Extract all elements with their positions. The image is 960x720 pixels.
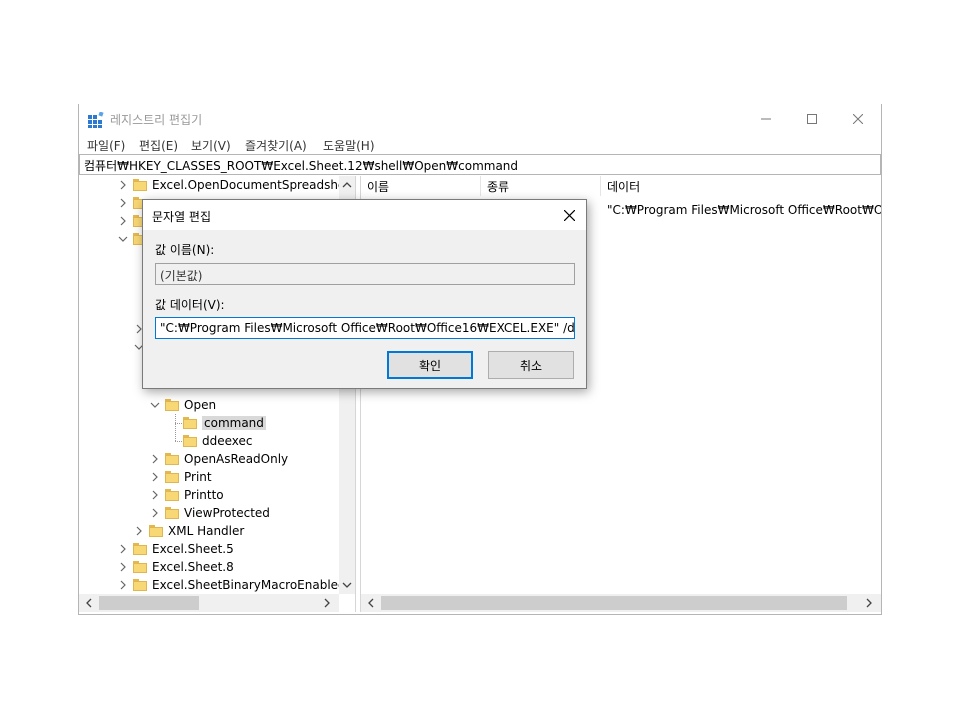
folder-icon: [165, 489, 179, 501]
tree-item-label: XML Handler: [168, 524, 245, 538]
tree-item[interactable]: XML Handler: [133, 522, 244, 540]
minimize-button[interactable]: [743, 104, 789, 134]
tree-item[interactable]: Print: [149, 468, 212, 486]
folder-icon: [133, 561, 147, 573]
value-data-label: 값 데이터(V):: [155, 298, 225, 312]
value-data-text: "C:₩Program Files₩Microsoft Office₩Root₩…: [160, 321, 575, 335]
tree-item[interactable]: ViewProtected: [149, 504, 270, 522]
tree-item-label: ViewProtected: [184, 506, 270, 520]
menu-bar: 파일(F) 편집(E) 보기(V) 즐겨찾기(A) 도움말(H): [79, 134, 881, 154]
close-icon: [853, 114, 863, 124]
folder-icon: [165, 507, 179, 519]
scroll-right-button[interactable]: [861, 594, 877, 612]
menu-view[interactable]: 보기(V): [191, 137, 231, 154]
chevron-right-icon[interactable]: [149, 486, 161, 504]
value-name-label: 값 이름(N):: [155, 243, 215, 257]
folder-icon: [165, 471, 179, 483]
menu-help[interactable]: 도움말(H): [323, 137, 375, 154]
close-icon: [563, 209, 575, 221]
column-header-data[interactable]: 데이터: [601, 176, 881, 196]
address-path: 컴퓨터₩HKEY_CLASSES_ROOT₩Excel.Sheet.12₩she…: [84, 159, 519, 173]
edit-string-dialog: 문자열 편집 값 이름(N): (기본값) 값 데이터(V): "C:₩Prog…: [142, 199, 587, 389]
chevron-right-icon[interactable]: [117, 558, 129, 576]
chevron-left-icon: [368, 598, 374, 608]
window-title: 레지스트리 편집기: [110, 113, 203, 127]
chevron-up-icon: [342, 182, 352, 188]
tree-item[interactable]: Excel.OpenDocumentSpreadsheet: [117, 176, 355, 194]
chevron-down-icon: [342, 582, 352, 588]
scroll-up-button[interactable]: [339, 176, 355, 194]
chevron-right-icon[interactable]: [117, 576, 129, 594]
chevron-down-icon[interactable]: [117, 230, 129, 248]
tree-item-label: ddeexec: [202, 434, 253, 448]
scroll-left-button[interactable]: [363, 594, 379, 612]
chevron-right-icon: [866, 598, 872, 608]
folder-icon: [183, 435, 197, 447]
tree-horizontal-scrollbar[interactable]: [79, 594, 339, 612]
chevron-right-icon[interactable]: [133, 522, 145, 540]
tree-item-label: Excel.OpenDocumentSpreadsheet: [152, 178, 355, 192]
chevron-right-icon[interactable]: [117, 194, 129, 212]
folder-icon: [183, 417, 197, 429]
list-horizontal-scrollbar[interactable]: [361, 594, 881, 612]
column-header-type[interactable]: 종류: [481, 176, 601, 196]
chevron-right-icon[interactable]: [117, 540, 129, 558]
menu-edit[interactable]: 편집(E): [139, 137, 178, 154]
folder-icon: [133, 543, 147, 555]
tree-item-label: Print: [184, 470, 212, 484]
chevron-right-icon: [324, 598, 330, 608]
column-header-name[interactable]: 이름: [361, 176, 481, 196]
tree-item[interactable]: Excel.Sheet.5: [117, 540, 234, 558]
tree-item-label: Open: [184, 398, 217, 412]
chevron-right-icon[interactable]: [149, 468, 161, 486]
value-name-field: (기본값): [155, 263, 575, 285]
folder-icon: [133, 579, 147, 591]
tree-item[interactable]: OpenAsReadOnly: [149, 450, 288, 468]
address-bar[interactable]: 컴퓨터₩HKEY_CLASSES_ROOT₩Excel.Sheet.12₩she…: [79, 154, 881, 175]
registry-editor-icon: [88, 112, 104, 128]
chevron-right-icon[interactable]: [117, 212, 129, 230]
folder-icon: [165, 399, 179, 411]
scroll-right-button[interactable]: [319, 594, 335, 612]
tree-item[interactable]: command: [183, 414, 266, 432]
dialog-title: 문자열 편집: [152, 210, 212, 224]
tree-item-label: OpenAsReadOnly: [184, 452, 289, 466]
value-data-input[interactable]: "C:₩Program Files₩Microsoft Office₩Root₩…: [155, 317, 575, 339]
maximize-button[interactable]: [789, 104, 835, 134]
chevron-left-icon: [86, 598, 92, 608]
value-data-cell[interactable]: "C:₩Program Files₩Microsoft Office₩Root₩…: [607, 203, 881, 217]
maximize-icon: [807, 114, 817, 124]
dialog-title-bar: 문자열 편집: [143, 200, 586, 230]
tree-item[interactable]: Open: [149, 396, 216, 414]
folder-icon: [133, 179, 147, 191]
chevron-right-icon[interactable]: [117, 176, 129, 194]
menu-favorites[interactable]: 즐겨찾기(A): [245, 137, 307, 154]
tree-item[interactable]: Excel.Sheet.8: [117, 558, 234, 576]
tree-item[interactable]: Printto: [149, 486, 224, 504]
tree-item-label-selected: command: [202, 416, 266, 430]
tree-item-label: Excel.Sheet.5: [152, 542, 234, 556]
ok-button[interactable]: 확인: [387, 351, 473, 379]
scroll-thumb[interactable]: [99, 596, 199, 610]
scroll-left-button[interactable]: [81, 594, 97, 612]
tree-item-label: Excel.Sheet.8: [152, 560, 234, 574]
folder-icon: [149, 525, 163, 537]
folder-icon: [165, 453, 179, 465]
chevron-right-icon[interactable]: [149, 504, 161, 522]
cancel-button[interactable]: 취소: [488, 351, 574, 379]
tree-item[interactable]: Excel.SheetBinaryMacroEnabled: [117, 576, 346, 594]
tree-item-label: Printto: [184, 488, 224, 502]
title-bar: 레지스트리 편집기: [79, 104, 881, 134]
scroll-thumb[interactable]: [381, 596, 847, 610]
scroll-down-button[interactable]: [339, 576, 355, 594]
menu-file[interactable]: 파일(F): [87, 137, 125, 154]
dialog-close-button[interactable]: [558, 204, 580, 226]
tree-item-label: Excel.SheetBinaryMacroEnabled: [152, 578, 346, 592]
chevron-right-icon[interactable]: [149, 450, 161, 468]
chevron-down-icon[interactable]: [149, 396, 161, 414]
close-button[interactable]: [835, 104, 881, 134]
tree-item[interactable]: ddeexec: [183, 432, 253, 450]
minimize-icon: [761, 118, 771, 120]
